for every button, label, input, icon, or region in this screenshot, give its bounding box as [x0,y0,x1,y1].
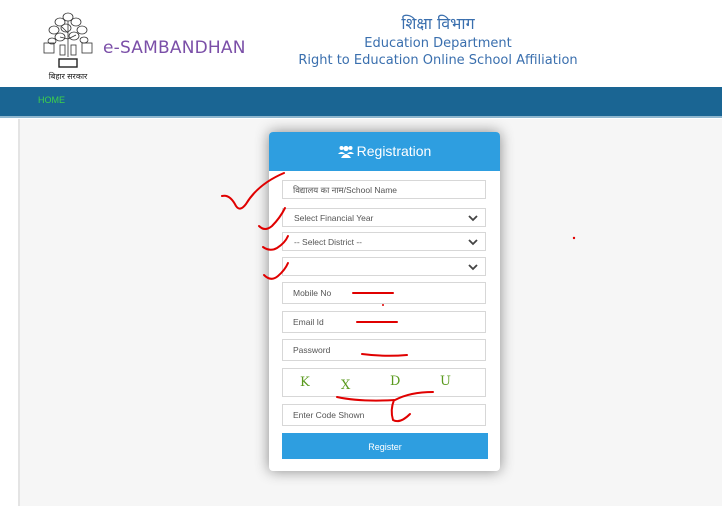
captcha-char: U [440,374,451,389]
users-icon [337,145,354,158]
department-block: शिक्षा विभाग Education Department Right … [290,13,586,70]
block-select[interactable] [282,257,486,276]
mobile-input[interactable]: Mobile No [282,282,486,304]
district-select[interactable]: -- Select District -- [282,232,486,251]
card-header: Registration [269,132,500,171]
chevron-down-icon [468,215,478,222]
site-header: बिहार सरकार e-SAMBANDHAN शिक्षा विभाग Ed… [0,0,722,87]
captcha-image: K X D U [282,368,486,397]
svg-text:बिहार सरकार: बिहार सरकार [49,71,88,81]
password-input[interactable]: Password [282,339,486,361]
financial-year-select[interactable]: Select Financial Year [282,208,486,227]
register-button[interactable]: Register [282,433,488,459]
portal-subtitle: Right to Education Online School Affilia… [298,53,578,68]
top-nav: HOME [0,87,722,118]
captcha-input[interactable]: Enter Code Shown [282,404,486,426]
department-hindi: शिक्षा विभाग [401,14,475,33]
captcha-char: K [300,375,310,390]
bihar-govt-logo: बिहार सरकार [43,12,93,81]
school-name-input[interactable]: विद्यालय का नाम/School Name [282,180,486,199]
chevron-down-icon [468,264,478,271]
district-value: -- Select District -- [294,237,362,247]
department-english: Education Department [364,36,512,51]
nav-home-link[interactable]: HOME [38,95,65,105]
financial-year-value: Select Financial Year [294,213,374,223]
chevron-down-icon [468,239,478,246]
card-title: Registration [356,143,432,159]
brand-name: e-SAMBANDHAN [103,38,246,58]
registration-card: Registration विद्यालय का नाम/School Name… [269,132,500,471]
captcha-char: D [390,374,401,389]
email-input[interactable]: Email Id [282,311,486,333]
captcha-char: X [341,378,351,393]
